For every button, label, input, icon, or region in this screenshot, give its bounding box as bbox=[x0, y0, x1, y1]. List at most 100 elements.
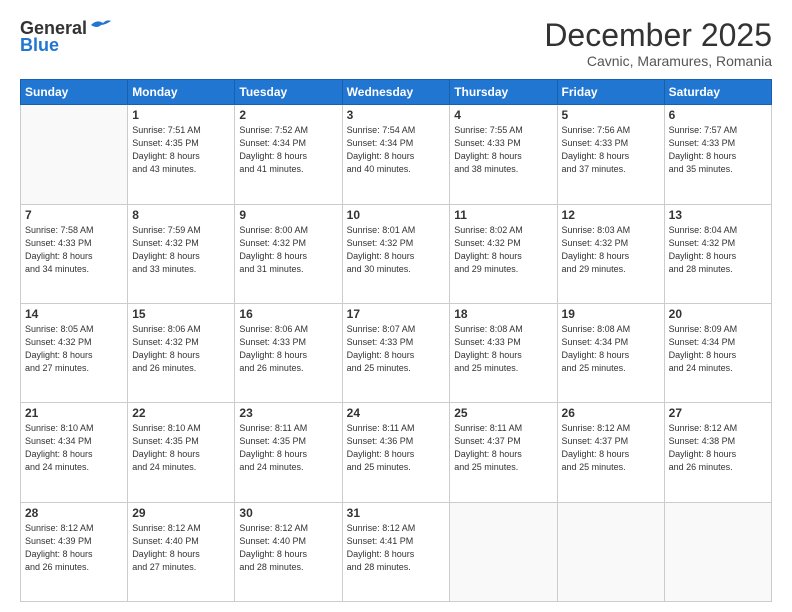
calendar-header-sunday: Sunday bbox=[21, 80, 128, 105]
day-info: Sunrise: 8:06 AM Sunset: 4:32 PM Dayligh… bbox=[132, 323, 230, 375]
calendar-header-tuesday: Tuesday bbox=[235, 80, 342, 105]
day-number: 16 bbox=[239, 307, 337, 321]
calendar-cell: 15 Sunrise: 8:06 AM Sunset: 4:32 PM Dayli… bbox=[128, 303, 235, 402]
calendar-cell: 24Sunrise: 8:11 AM Sunset: 4:36 PM Dayli… bbox=[342, 403, 450, 502]
day-info: Sunrise: 8:11 AM Sunset: 4:35 PM Dayligh… bbox=[239, 422, 337, 474]
day-info: Sunrise: 7:51 AM Sunset: 4:35 PM Dayligh… bbox=[132, 124, 230, 176]
day-info: Sunrise: 7:59 AM Sunset: 4:32 PM Dayligh… bbox=[132, 224, 230, 276]
day-info: Sunrise: 8:10 AM Sunset: 4:35 PM Dayligh… bbox=[132, 422, 230, 474]
subtitle: Cavnic, Maramures, Romania bbox=[544, 53, 772, 69]
calendar-cell: 18Sunrise: 8:08 AM Sunset: 4:33 PM Dayli… bbox=[450, 303, 557, 402]
day-number: 31 bbox=[347, 506, 446, 520]
calendar-header-saturday: Saturday bbox=[664, 80, 771, 105]
calendar-cell: 7 Sunrise: 7:58 AM Sunset: 4:33 PM Daylig… bbox=[21, 204, 128, 303]
day-number: 29 bbox=[132, 506, 230, 520]
page: General Blue December 2025 Cavnic, Maram… bbox=[0, 0, 792, 612]
calendar-cell: 6 Sunrise: 7:57 AM Sunset: 4:33 PM Daylig… bbox=[664, 105, 771, 204]
calendar-cell: 29 Sunrise: 8:12 AM Sunset: 4:40 PM Dayli… bbox=[128, 502, 235, 601]
day-info: Sunrise: 8:12 AM Sunset: 4:39 PM Dayligh… bbox=[25, 522, 123, 574]
calendar-week-1: 7 Sunrise: 7:58 AM Sunset: 4:33 PM Daylig… bbox=[21, 204, 772, 303]
day-number: 3 bbox=[347, 108, 446, 122]
day-number: 26 bbox=[562, 406, 660, 420]
calendar-week-0: 1 Sunrise: 7:51 AM Sunset: 4:35 PM Daylig… bbox=[21, 105, 772, 204]
day-number: 9 bbox=[239, 208, 337, 222]
day-number: 20 bbox=[669, 307, 767, 321]
day-info: Sunrise: 8:02 AM Sunset: 4:32 PM Dayligh… bbox=[454, 224, 552, 276]
day-number: 6 bbox=[669, 108, 767, 122]
calendar-cell: 17Sunrise: 8:07 AM Sunset: 4:33 PM Dayli… bbox=[342, 303, 450, 402]
day-number: 7 bbox=[25, 208, 123, 222]
calendar-header-row: SundayMondayTuesdayWednesdayThursdayFrid… bbox=[21, 80, 772, 105]
day-info: Sunrise: 8:00 AM Sunset: 4:32 PM Dayligh… bbox=[239, 224, 337, 276]
day-number: 19 bbox=[562, 307, 660, 321]
calendar-cell: 28 Sunrise: 8:12 AM Sunset: 4:39 PM Dayli… bbox=[21, 502, 128, 601]
day-number: 25 bbox=[454, 406, 552, 420]
day-info: Sunrise: 8:06 AM Sunset: 4:33 PM Dayligh… bbox=[239, 323, 337, 375]
calendar-cell bbox=[450, 502, 557, 601]
calendar-cell: 19 Sunrise: 8:08 AM Sunset: 4:34 PM Dayli… bbox=[557, 303, 664, 402]
logo-blue-text: Blue bbox=[20, 35, 59, 56]
logo: General Blue bbox=[20, 18, 111, 56]
day-number: 13 bbox=[669, 208, 767, 222]
calendar-cell: 3 Sunrise: 7:54 AM Sunset: 4:34 PM Daylig… bbox=[342, 105, 450, 204]
day-info: Sunrise: 8:03 AM Sunset: 4:32 PM Dayligh… bbox=[562, 224, 660, 276]
calendar-cell: 11 Sunrise: 8:02 AM Sunset: 4:32 PM Dayli… bbox=[450, 204, 557, 303]
header: General Blue December 2025 Cavnic, Maram… bbox=[20, 18, 772, 69]
day-info: Sunrise: 8:12 AM Sunset: 4:40 PM Dayligh… bbox=[239, 522, 337, 574]
calendar-week-2: 14 Sunrise: 8:05 AM Sunset: 4:32 PM Dayli… bbox=[21, 303, 772, 402]
calendar-cell: 1 Sunrise: 7:51 AM Sunset: 4:35 PM Daylig… bbox=[128, 105, 235, 204]
day-info: Sunrise: 8:10 AM Sunset: 4:34 PM Dayligh… bbox=[25, 422, 123, 474]
calendar-cell: 9 Sunrise: 8:00 AM Sunset: 4:32 PM Daylig… bbox=[235, 204, 342, 303]
day-number: 15 bbox=[132, 307, 230, 321]
calendar-cell bbox=[557, 502, 664, 601]
day-info: Sunrise: 8:12 AM Sunset: 4:41 PM Dayligh… bbox=[347, 522, 446, 574]
calendar-header-wednesday: Wednesday bbox=[342, 80, 450, 105]
day-info: Sunrise: 7:57 AM Sunset: 4:33 PM Dayligh… bbox=[669, 124, 767, 176]
calendar-cell: 26 Sunrise: 8:12 AM Sunset: 4:37 PM Dayli… bbox=[557, 403, 664, 502]
day-info: Sunrise: 8:08 AM Sunset: 4:34 PM Dayligh… bbox=[562, 323, 660, 375]
day-info: Sunrise: 8:05 AM Sunset: 4:32 PM Dayligh… bbox=[25, 323, 123, 375]
day-info: Sunrise: 8:12 AM Sunset: 4:37 PM Dayligh… bbox=[562, 422, 660, 474]
day-number: 22 bbox=[132, 406, 230, 420]
calendar-cell: 10Sunrise: 8:01 AM Sunset: 4:32 PM Dayli… bbox=[342, 204, 450, 303]
day-info: Sunrise: 8:09 AM Sunset: 4:34 PM Dayligh… bbox=[669, 323, 767, 375]
calendar-week-4: 28 Sunrise: 8:12 AM Sunset: 4:39 PM Dayli… bbox=[21, 502, 772, 601]
calendar-cell: 8 Sunrise: 7:59 AM Sunset: 4:32 PM Daylig… bbox=[128, 204, 235, 303]
day-number: 5 bbox=[562, 108, 660, 122]
calendar-cell bbox=[21, 105, 128, 204]
day-number: 28 bbox=[25, 506, 123, 520]
day-number: 23 bbox=[239, 406, 337, 420]
title-block: December 2025 Cavnic, Maramures, Romania bbox=[544, 18, 772, 69]
calendar-cell: 21 Sunrise: 8:10 AM Sunset: 4:34 PM Dayli… bbox=[21, 403, 128, 502]
day-number: 1 bbox=[132, 108, 230, 122]
calendar-cell: 31 Sunrise: 8:12 AM Sunset: 4:41 PM Dayli… bbox=[342, 502, 450, 601]
day-number: 8 bbox=[132, 208, 230, 222]
calendar-cell: 22 Sunrise: 8:10 AM Sunset: 4:35 PM Dayli… bbox=[128, 403, 235, 502]
calendar-header-thursday: Thursday bbox=[450, 80, 557, 105]
calendar-cell: 13 Sunrise: 8:04 AM Sunset: 4:32 PM Dayli… bbox=[664, 204, 771, 303]
calendar-cell: 14 Sunrise: 8:05 AM Sunset: 4:32 PM Dayli… bbox=[21, 303, 128, 402]
logo-bird-icon bbox=[89, 17, 111, 35]
day-number: 2 bbox=[239, 108, 337, 122]
calendar-cell: 25Sunrise: 8:11 AM Sunset: 4:37 PM Dayli… bbox=[450, 403, 557, 502]
calendar-cell: 30Sunrise: 8:12 AM Sunset: 4:40 PM Dayli… bbox=[235, 502, 342, 601]
calendar-cell: 4 Sunrise: 7:55 AM Sunset: 4:33 PM Daylig… bbox=[450, 105, 557, 204]
day-number: 11 bbox=[454, 208, 552, 222]
day-info: Sunrise: 8:04 AM Sunset: 4:32 PM Dayligh… bbox=[669, 224, 767, 276]
calendar-cell bbox=[664, 502, 771, 601]
day-info: Sunrise: 8:12 AM Sunset: 4:40 PM Dayligh… bbox=[132, 522, 230, 574]
day-number: 14 bbox=[25, 307, 123, 321]
day-info: Sunrise: 7:54 AM Sunset: 4:34 PM Dayligh… bbox=[347, 124, 446, 176]
day-info: Sunrise: 7:52 AM Sunset: 4:34 PM Dayligh… bbox=[239, 124, 337, 176]
calendar-cell: 23 Sunrise: 8:11 AM Sunset: 4:35 PM Dayli… bbox=[235, 403, 342, 502]
day-info: Sunrise: 8:11 AM Sunset: 4:36 PM Dayligh… bbox=[347, 422, 446, 474]
calendar-cell: 2 Sunrise: 7:52 AM Sunset: 4:34 PM Daylig… bbox=[235, 105, 342, 204]
calendar-week-3: 21 Sunrise: 8:10 AM Sunset: 4:34 PM Dayli… bbox=[21, 403, 772, 502]
day-info: Sunrise: 8:07 AM Sunset: 4:33 PM Dayligh… bbox=[347, 323, 446, 375]
day-info: Sunrise: 7:55 AM Sunset: 4:33 PM Dayligh… bbox=[454, 124, 552, 176]
day-info: Sunrise: 7:58 AM Sunset: 4:33 PM Dayligh… bbox=[25, 224, 123, 276]
day-number: 4 bbox=[454, 108, 552, 122]
day-number: 21 bbox=[25, 406, 123, 420]
day-info: Sunrise: 8:01 AM Sunset: 4:32 PM Dayligh… bbox=[347, 224, 446, 276]
calendar-header-friday: Friday bbox=[557, 80, 664, 105]
